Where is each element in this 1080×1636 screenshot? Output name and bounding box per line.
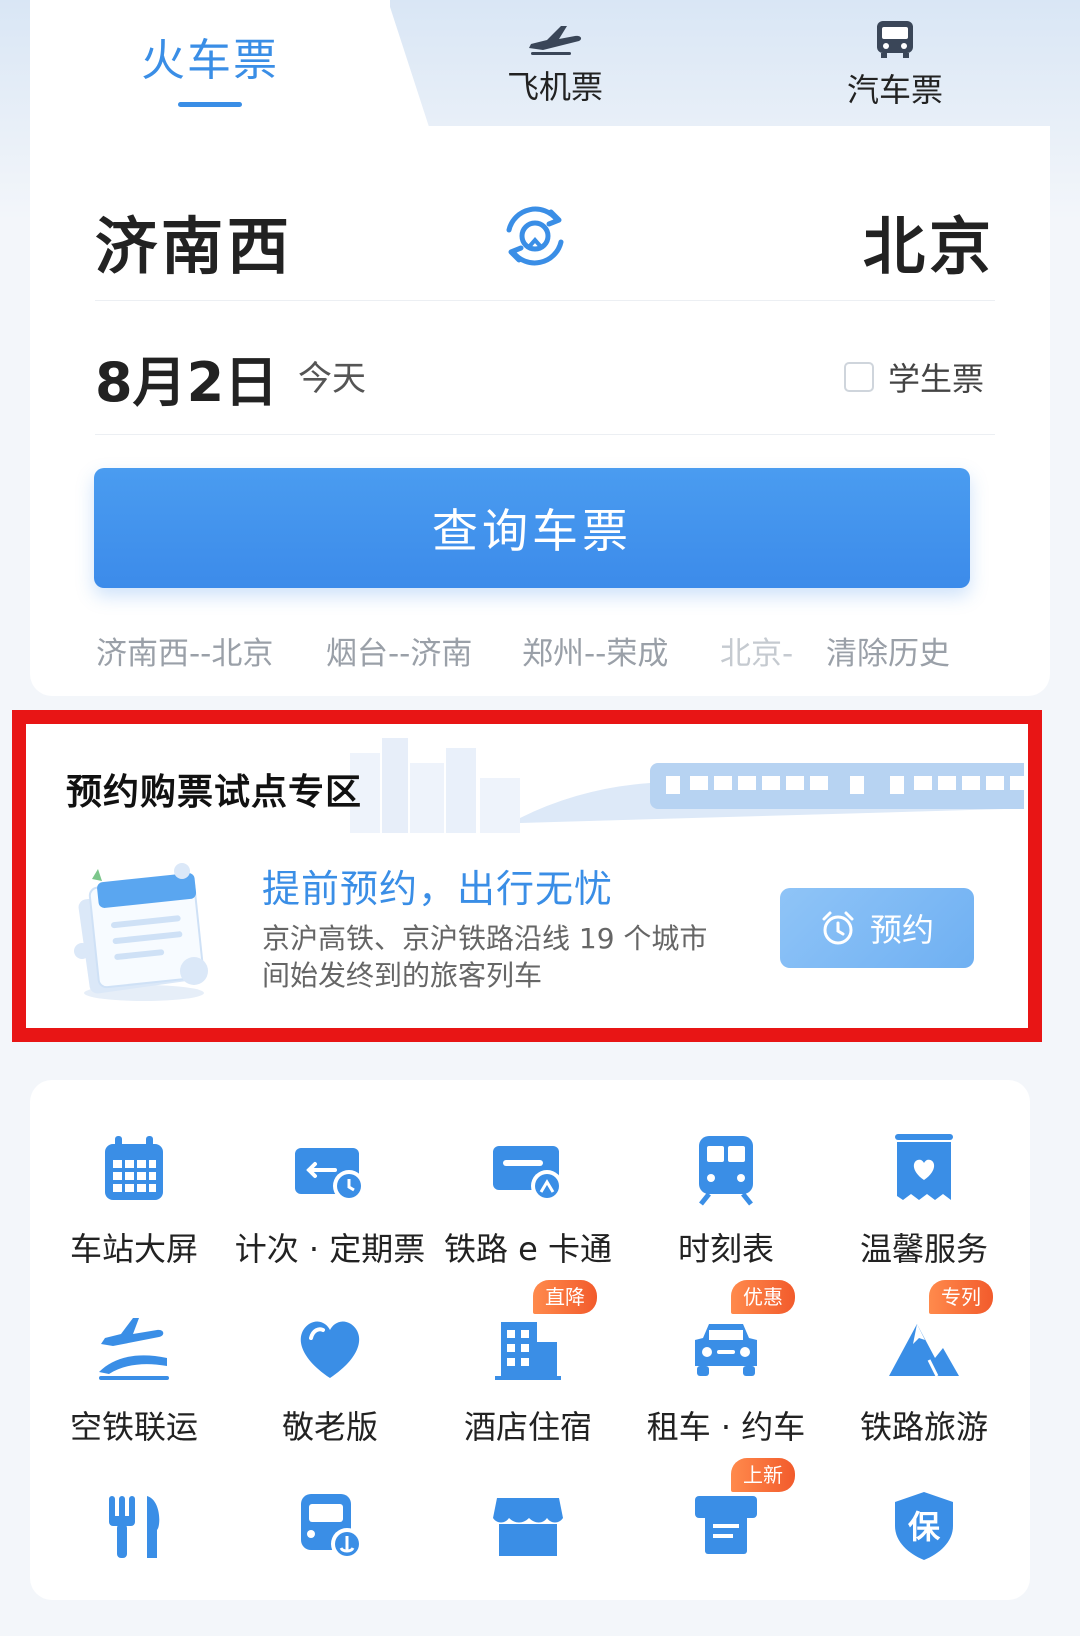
reserve-button[interactable]: 预约 [780, 888, 974, 968]
tab-plane-label: 飞机票 [506, 68, 603, 106]
swap-stations-button[interactable] [495, 196, 575, 276]
service-icon-wrap: 上新 [687, 1458, 795, 1564]
reservation-promo-card: 预约购票试点专区 提前预约，出行无忧 京沪高铁、京沪铁路沿线 19 个城市 间始… [30, 728, 1024, 1024]
date-relative-label: 今天 [298, 359, 366, 399]
service-dining[interactable] [34, 1486, 234, 1636]
history-item[interactable]: 济南西--北京 [96, 628, 273, 673]
heart-box-icon [895, 1134, 953, 1200]
printer-icon [695, 1496, 757, 1554]
arrival-city[interactable]: 北京 [863, 196, 995, 286]
promo-description-line: 京沪高铁、京沪铁路沿线 19 个城市 [262, 922, 708, 955]
history-item[interactable]: 北京- [720, 628, 793, 673]
route-row: 济南西 北京 [95, 196, 995, 306]
tab-plane[interactable]: 飞机票 [430, 0, 680, 130]
tab-train[interactable]: 火车票 [30, 0, 390, 130]
departure-city[interactable]: 济南西 [95, 196, 293, 286]
insurance-glyph: 保 [907, 1508, 940, 1546]
service-label: 空铁联运 [69, 1408, 198, 1446]
service-label: 计次 · 定期票 [234, 1230, 426, 1268]
service-hotel[interactable]: 直降 酒店住宿 [428, 1280, 628, 1458]
service-periodic-ticket[interactable]: 计次 · 定期票 [230, 1130, 430, 1280]
search-history: 济南西--北京 烟台--济南 郑州--荣成 北京- 清除历史 [96, 628, 996, 678]
service-insurance[interactable]: 保 [824, 1486, 1024, 1636]
service-station-screen[interactable]: 车站大屏 [34, 1130, 234, 1280]
service-label: 车站大屏 [69, 1230, 198, 1268]
service-elderly-mode[interactable]: 敬老版 [230, 1308, 430, 1458]
promo-description: 京沪高铁、京沪铁路沿线 19 个城市 间始发终到的旅客列车 [262, 920, 752, 994]
car-icon [695, 1324, 757, 1376]
swap-icon [506, 206, 564, 266]
shop-icon [493, 1498, 563, 1556]
fork-knife-icon [109, 1496, 160, 1558]
service-rail-tourism[interactable]: 专列 铁路旅游 [824, 1280, 1024, 1458]
plane-train-icon [99, 1318, 169, 1380]
alarm-clock-icon [822, 911, 854, 945]
service-icon-wrap: 专列 [885, 1280, 993, 1386]
promo-badge: 直降 [533, 1280, 597, 1314]
student-ticket-label: 学生票 [887, 360, 984, 398]
clear-history-button[interactable]: 清除历史 [826, 628, 950, 673]
service-label: 酒店住宿 [463, 1408, 592, 1446]
service-icon-wrap: 优惠 [687, 1280, 795, 1386]
reservation-promo-highlight: 预约购票试点专区 提前预约，出行无忧 京沪高铁、京沪铁路沿线 19 个城市 间始… [12, 710, 1042, 1042]
promo-title: 预约购票试点专区 [66, 772, 363, 813]
travel-date[interactable]: 8月2日 [95, 338, 278, 417]
search-tickets-button[interactable]: 查询车票 [94, 468, 970, 588]
student-ticket-toggle[interactable]: 学生票 [843, 354, 984, 400]
service-air-rail[interactable]: 空铁联运 [34, 1308, 234, 1458]
service-label: 温馨服务 [859, 1230, 988, 1268]
tab-train-label: 火车票 [141, 34, 279, 86]
service-label: 租车 · 约车 [646, 1408, 806, 1446]
promo-badge: 上新 [731, 1458, 795, 1492]
service-label: 铁路旅游 [859, 1408, 988, 1446]
divider [95, 434, 995, 435]
promo-badge: 专列 [929, 1280, 993, 1314]
city-train-illustration [350, 738, 1024, 833]
promo-description-line: 间始发终到的旅客列车 [262, 959, 543, 992]
ticket-type-tabs: 火车票 飞机票 汽车票 [30, 0, 1050, 130]
history-item[interactable]: 郑州--荣成 [522, 628, 668, 673]
ticket-search-card: 济南西 北京 8月2日 今天 学生票 查询车票 济南西--北京 烟台--济南 郑… [30, 126, 1050, 696]
service-icon-wrap: 直降 [489, 1280, 597, 1386]
service-timetable[interactable]: 时刻表 [626, 1130, 826, 1280]
service-label: 时刻表 [677, 1230, 774, 1268]
history-item[interactable]: 烟台--济南 [326, 628, 472, 673]
tab-bus-label: 汽车票 [846, 71, 943, 109]
tab-active-indicator [178, 101, 242, 107]
service-care[interactable]: 温馨服务 [824, 1130, 1024, 1280]
promo-subtitle: 提前预约，出行无忧 [262, 867, 614, 911]
mountain-icon [889, 1324, 959, 1377]
reserve-button-label: 预约 [869, 911, 934, 949]
service-icon-wrap: 保 [885, 1486, 963, 1564]
bus-anchor-icon [301, 1494, 363, 1560]
hotel-icon [495, 1322, 561, 1380]
service-car-rental[interactable]: 优惠 租车 · 约车 [626, 1280, 826, 1458]
service-shop[interactable] [428, 1486, 628, 1636]
calendar-grid-icon [105, 1136, 163, 1200]
service-shuttle[interactable] [230, 1486, 430, 1636]
promo-badge: 优惠 [731, 1280, 795, 1314]
services-grid: 车站大屏 计次 · 定期票 铁路 e 卡通 时刻表 温馨服务 空铁联运 敬老版 … [30, 1080, 1030, 1600]
bus-icon [877, 21, 913, 58]
calendar-document-icon [74, 863, 208, 1001]
plane-icon [529, 26, 582, 55]
tab-bus[interactable]: 汽车票 [770, 0, 1020, 130]
service-e-card[interactable]: 铁路 e 卡通 [428, 1130, 628, 1280]
divider [95, 300, 995, 301]
service-label: 敬老版 [281, 1408, 378, 1446]
service-label: 铁路 e 卡通 [443, 1230, 613, 1268]
train-front-icon [699, 1136, 753, 1206]
student-ticket-checkbox[interactable] [843, 362, 874, 392]
ticket-clock-icon [295, 1148, 365, 1202]
heart-icon [300, 1321, 360, 1378]
card-icon [493, 1146, 563, 1202]
service-invoice[interactable]: 上新 [626, 1458, 826, 1636]
